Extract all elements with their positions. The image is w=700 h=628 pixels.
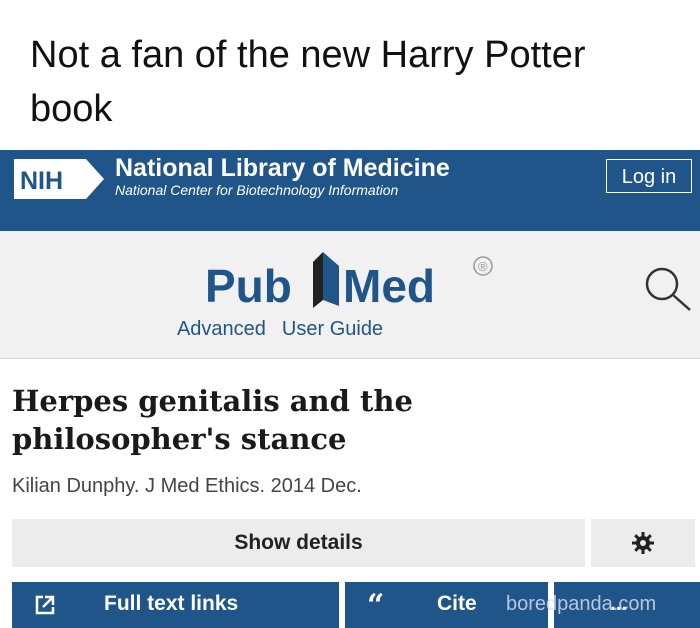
pubmed-links: Advanced User Guide [0, 318, 700, 341]
logo-med: Med [343, 260, 435, 310]
full-text-links-label: Full text links [104, 592, 239, 615]
external-link-icon [35, 595, 55, 615]
advanced-link[interactable]: Advanced [177, 318, 266, 340]
full-text-links-button[interactable]: Full text links [12, 582, 339, 628]
settings-button[interactable] [591, 519, 695, 567]
search-icon[interactable] [640, 264, 696, 312]
quote-icon: “ [367, 588, 385, 623]
show-details-button[interactable]: Show details [12, 519, 585, 567]
gear-icon [632, 532, 654, 554]
meme-caption: Not a fan of the new Harry Potter book [30, 34, 586, 130]
pubmed-logo[interactable]: Pub Med ® [205, 244, 505, 310]
library-subtitle: National Center for Biotechnology Inform… [115, 182, 399, 198]
watermark: boredpanda.com [506, 593, 657, 615]
registered-mark: ® [478, 259, 488, 274]
library-title: National Library of Medicine [115, 154, 450, 182]
nih-badge-text: NIH [20, 167, 63, 195]
article-title: Herpes genitalis and the philosopher's s… [12, 384, 413, 456]
nih-logo: NIH [14, 159, 104, 199]
article-authors: Kilian Dunphy. J Med Ethics. 2014 Dec. [12, 475, 362, 497]
cite-label: Cite [437, 592, 477, 615]
login-button[interactable]: Log in [606, 159, 692, 193]
user-guide-link[interactable]: User Guide [282, 318, 383, 340]
logo-pub: Pub [205, 260, 292, 310]
